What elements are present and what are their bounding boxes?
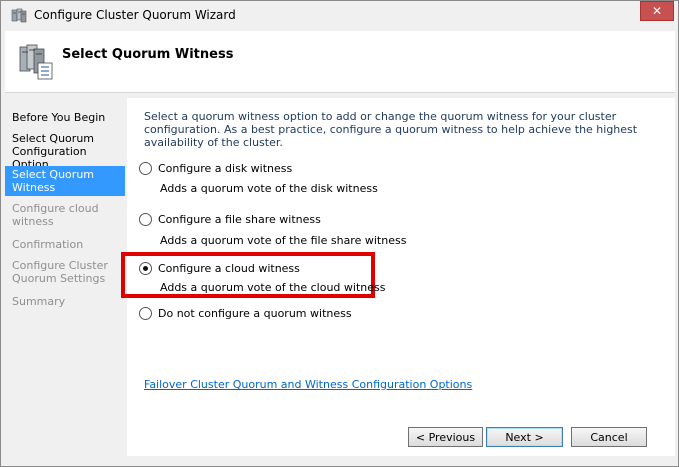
- nav-step-configure-cloud-witness: Configure cloud witness: [12, 202, 99, 228]
- nav-step-summary: Summary: [12, 295, 66, 308]
- disk-witness-label: Configure a disk witness: [158, 162, 293, 175]
- disk-witness-description: Adds a quorum vote of the disk witness: [160, 182, 378, 195]
- option-no-witness[interactable]: Do not configure a quorum witness: [139, 307, 352, 320]
- nav-step-select-quorum-witness[interactable]: Select Quorum Witness: [5, 166, 125, 196]
- file-share-witness-description: Adds a quorum vote of the file share wit…: [160, 234, 407, 247]
- cloud-witness-label: Configure a cloud witness: [158, 262, 300, 275]
- cluster-servers-icon: [17, 43, 55, 81]
- cloud-witness-radio[interactable]: [139, 262, 152, 275]
- next-button[interactable]: Next >: [486, 427, 563, 447]
- cloud-witness-description: Adds a quorum vote of the cloud witness: [160, 281, 386, 294]
- intro-text: Select a quorum witness option to add or…: [144, 110, 638, 149]
- nav-step-configure-cluster-quorum-settings: Configure Cluster Quorum Settings: [12, 259, 108, 285]
- file-share-witness-radio[interactable]: [139, 213, 152, 226]
- option-file-share-witness[interactable]: Configure a file share witness: [139, 213, 321, 226]
- wizard-window: Configure Cluster Quorum Wizard ✕ Select…: [0, 0, 679, 467]
- file-share-witness-label: Configure a file share witness: [158, 213, 321, 226]
- help-link[interactable]: Failover Cluster Quorum and Witness Conf…: [144, 378, 472, 391]
- window-title: Configure Cluster Quorum Wizard: [34, 8, 236, 22]
- cancel-button[interactable]: Cancel: [571, 427, 647, 447]
- bottom-edge: [5, 456, 675, 464]
- option-disk-witness[interactable]: Configure a disk witness: [139, 162, 292, 175]
- nav-step-before-you-begin[interactable]: Before You Begin: [5, 111, 125, 124]
- nav-step-confirmation: Confirmation: [12, 238, 84, 251]
- no-witness-radio[interactable]: [139, 307, 152, 320]
- disk-witness-radio[interactable]: [139, 162, 152, 175]
- option-cloud-witness[interactable]: Configure a cloud witness: [139, 262, 300, 275]
- page-header: Select Quorum Witness: [5, 31, 675, 93]
- no-witness-label: Do not configure a quorum witness: [158, 307, 352, 320]
- title-bar[interactable]: Configure Cluster Quorum Wizard ✕: [1, 1, 678, 31]
- page-title: Select Quorum Witness: [62, 47, 234, 62]
- previous-button[interactable]: < Previous: [408, 427, 483, 447]
- close-button[interactable]: ✕: [640, 1, 674, 21]
- cluster-wizard-icon: [11, 8, 27, 24]
- wizard-steps-nav: Before You Begin Select Quorum Configura…: [5, 98, 125, 456]
- main-panel: Select a quorum witness option to add or…: [121, 98, 675, 456]
